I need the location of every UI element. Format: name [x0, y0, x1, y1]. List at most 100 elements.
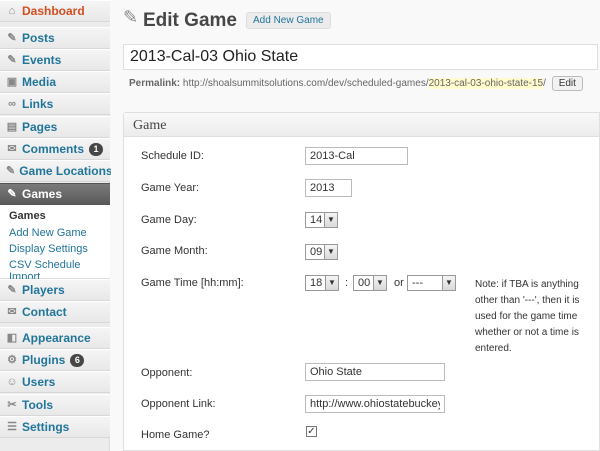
menu-game-locations[interactable]: ✎ Game Locations: [0, 160, 113, 182]
menu-contact[interactable]: ✉ Contact: [0, 301, 110, 323]
menu-label: Pages: [22, 120, 58, 134]
tools-icon: ✂: [7, 399, 17, 411]
menu-label: Settings: [22, 420, 70, 434]
game-day-label: Game Day:: [141, 214, 197, 226]
menu-dashboard[interactable]: ⌂ Dashboard: [0, 0, 110, 22]
menu-label: Contact: [22, 305, 67, 319]
schedule-id-input[interactable]: [305, 147, 408, 165]
game-meta-box: Game Schedule ID: Game Year: Game Day: 1…: [123, 112, 600, 451]
plugin-icon: ⚙: [7, 354, 17, 366]
opponent-link-label: Opponent Link:: [141, 398, 216, 410]
menu-links[interactable]: ∞ Links: [0, 93, 110, 115]
menu-events[interactable]: ✎ Events: [0, 49, 110, 71]
opponent-link-input[interactable]: [305, 395, 445, 413]
games-submenu: Games Add New Game Display Settings CSV …: [0, 205, 110, 283]
submenu-add-new-game[interactable]: Add New Game: [9, 227, 87, 239]
permalink-label: Permalink:: [129, 78, 181, 89]
pages-icon: ▤: [6, 121, 18, 133]
submenu-games[interactable]: Games: [9, 210, 46, 222]
menu-label: Media: [22, 75, 57, 89]
menu-users[interactable]: ☺ Users: [0, 371, 110, 393]
select-value: 18: [310, 277, 323, 289]
comment-icon: ✉: [7, 143, 17, 155]
schedule-id-label: Schedule ID:: [141, 150, 204, 162]
chevron-down-icon: ▼: [324, 245, 337, 259]
game-month-select[interactable]: 09 ▼: [305, 244, 338, 260]
permalink-slug[interactable]: 2013-cal-03-ohio-state-15: [428, 78, 544, 89]
admin-sidebar: ⌂ Dashboard ✎ Posts ✎ Events ▣ Media ∞ L…: [0, 0, 113, 451]
menu-games[interactable]: ✎ Games: [0, 183, 110, 205]
post-title-input[interactable]: [123, 44, 598, 70]
menu-label: Comments: [22, 142, 85, 156]
menu-label: Tools: [22, 398, 54, 412]
opponent-label: Opponent:: [141, 367, 193, 379]
media-icon: ▣: [6, 76, 18, 88]
comment-count-badge: 1: [89, 142, 104, 156]
page-title: Edit Game: [143, 10, 237, 31]
menu-label: Players: [22, 283, 65, 297]
permalink-row: Permalink: http://shoalsummitsolutions.c…: [129, 76, 583, 91]
menu-label: Plugins: [22, 353, 66, 367]
select-value: 09: [310, 246, 323, 258]
permalink-end: /: [543, 78, 546, 89]
home-game-label: Home Game?: [141, 429, 210, 441]
menu-tools[interactable]: ✂ Tools: [0, 394, 110, 416]
users-icon: ☺: [6, 376, 18, 388]
game-year-input[interactable]: [305, 179, 352, 197]
menu-players[interactable]: ✎ Players: [0, 279, 110, 301]
menu-appearance[interactable]: ◧ Appearance: [0, 327, 110, 349]
tba-note: Note: if TBA is anything other than '---…: [475, 279, 580, 354]
menu-label: Dashboard: [22, 4, 85, 18]
game-minute-select[interactable]: 00 ▼: [353, 275, 387, 291]
menu-label: Posts: [22, 31, 55, 45]
chevron-down-icon: ▼: [324, 213, 337, 227]
chevron-down-icon: ▼: [442, 276, 455, 290]
select-value: ---: [412, 277, 423, 289]
menu-media[interactable]: ▣ Media: [0, 71, 110, 93]
time-colon: :: [345, 277, 349, 289]
menu-label: Events: [22, 53, 62, 67]
time-or-label: or: [394, 277, 404, 289]
game-hour-select[interactable]: 18 ▼: [305, 275, 339, 291]
game-time-label: Game Time [hh:mm]:: [141, 277, 244, 289]
appearance-icon: ◧: [6, 332, 18, 344]
menu-settings[interactable]: ☰ Settings: [0, 416, 110, 438]
select-value: 14: [310, 214, 323, 226]
permalink-base: http://shoalsummitsolutions.com/dev/sche…: [182, 78, 429, 89]
select-value: 00: [358, 277, 371, 289]
pushpin-icon: ✎: [7, 284, 17, 296]
menu-label: Game Locations: [19, 164, 113, 178]
dashboard-icon: ⌂: [8, 5, 16, 17]
pushpin-icon: ✎: [123, 7, 139, 27]
submenu-display-settings[interactable]: Display Settings: [9, 243, 88, 255]
pushpin-icon: ✎: [7, 54, 17, 66]
main-content: ✎ Edit Game Add New Game Permalink: http…: [111, 0, 600, 451]
add-new-game-button[interactable]: Add New Game: [246, 12, 331, 29]
pushpin-icon: ✎: [6, 165, 16, 177]
menu-label: Links: [22, 97, 54, 111]
pushpin-icon: ✎: [7, 32, 17, 44]
menu-posts[interactable]: ✎ Posts: [0, 27, 110, 49]
contact-icon: ✉: [7, 306, 17, 318]
settings-icon: ☰: [7, 421, 17, 433]
game-tba-select[interactable]: --- ▼: [407, 275, 456, 291]
menu-pages[interactable]: ▤ Pages: [0, 116, 110, 138]
menu-plugins[interactable]: ⚙ Plugins 6: [0, 349, 110, 371]
opponent-input[interactable]: [305, 363, 445, 381]
chevron-down-icon: ▼: [325, 276, 338, 290]
edit-permalink-button[interactable]: Edit: [551, 76, 583, 91]
game-year-label: Game Year:: [141, 182, 200, 194]
link-icon: ∞: [8, 98, 16, 110]
game-day-select[interactable]: 14 ▼: [305, 212, 338, 228]
box-title: Game: [133, 118, 167, 133]
menu-comments[interactable]: ✉ Comments 1: [0, 138, 110, 160]
menu-label: Games: [22, 187, 63, 201]
menu-label: Appearance: [22, 331, 91, 345]
menu-label: Users: [22, 375, 56, 389]
game-month-label: Game Month:: [141, 245, 208, 257]
pushpin-icon: ✎: [7, 188, 17, 200]
home-game-checkbox[interactable]: ✓: [306, 426, 317, 437]
box-header[interactable]: Game: [124, 113, 599, 137]
chevron-down-icon: ▼: [373, 276, 386, 290]
plugin-update-badge: 6: [70, 353, 85, 367]
